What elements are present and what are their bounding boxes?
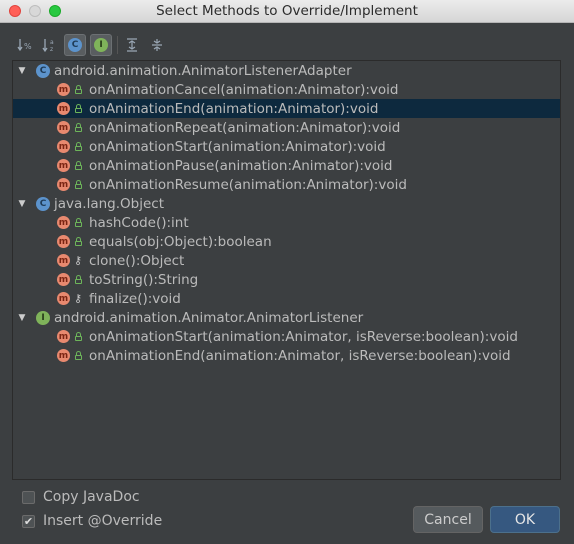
method-icon: m [57, 235, 70, 248]
method-row[interactable]: m onAnimationPause(animation:Animator):v… [13, 156, 560, 175]
svg-text:z: z [50, 46, 53, 53]
insert-override-checkbox[interactable]: ✔ [22, 514, 35, 528]
show-interfaces-toggle[interactable]: I [90, 34, 112, 56]
insert-override-option[interactable]: ✔ Insert @Override [22, 512, 162, 530]
class-icon: C [68, 38, 82, 52]
tree-group-animator-listener-adapter[interactable]: ▼ C android.animation.AnimatorListenerAd… [13, 61, 560, 80]
method-label: hashCode():int [89, 214, 189, 231]
method-label: onAnimationEnd(animation:Animator, isRev… [89, 347, 511, 364]
insert-override-label: Insert @Override [43, 513, 163, 529]
toolbar-divider [117, 36, 118, 54]
tree-group-animator-listener[interactable]: ▼ I android.animation.Animator.AnimatorL… [13, 308, 560, 327]
tree-group-label: android.animation.AnimatorListenerAdapte… [54, 62, 352, 79]
sort-by-visibility-icon[interactable]: % [14, 34, 36, 56]
method-label: onAnimationCancel(animation:Animator):vo… [89, 81, 399, 98]
expand-arrow-icon[interactable]: ▼ [17, 199, 27, 209]
show-classes-toggle[interactable]: C [64, 34, 86, 56]
public-lock-icon [74, 275, 82, 285]
interface-icon: I [94, 38, 108, 52]
expand-arrow-icon[interactable]: ▼ [17, 66, 27, 76]
tree-group-label: java.lang.Object [54, 195, 164, 212]
ok-button[interactable]: OK [490, 506, 560, 533]
method-icon: m [57, 159, 70, 172]
public-lock-icon [74, 237, 82, 247]
public-lock-icon [74, 142, 82, 152]
method-label: onAnimationEnd(animation:Animator):void [89, 100, 379, 117]
method-icon: m [57, 216, 70, 229]
method-row[interactable]: m equals(obj:Object):boolean [13, 232, 560, 251]
methods-tree[interactable]: ▼ C android.animation.AnimatorListenerAd… [12, 60, 561, 480]
expand-arrow-icon[interactable]: ▼ [17, 313, 27, 323]
method-icon: m [57, 178, 70, 191]
public-lock-icon [74, 180, 82, 190]
public-lock-icon [74, 332, 82, 342]
method-icon: m [57, 273, 70, 286]
svg-text:%: % [24, 42, 32, 51]
method-icon: m [57, 140, 70, 153]
title-bar: Select Methods to Override/Implement [0, 0, 574, 23]
public-lock-icon [74, 161, 82, 171]
copy-javadoc-checkbox[interactable] [22, 490, 35, 504]
class-icon: C [36, 196, 50, 211]
method-icon: m [57, 292, 70, 305]
method-label: onAnimationStart(animation:Animator):voi… [89, 138, 386, 155]
method-label: equals(obj:Object):boolean [89, 233, 272, 250]
public-lock-icon [74, 218, 82, 228]
method-row[interactable]: m onAnimationStart(animation:Animator):v… [13, 137, 560, 156]
method-row[interactable]: m ⚷ finalize():void [13, 289, 560, 308]
method-row[interactable]: m onAnimationResume(animation:Animator):… [13, 175, 560, 194]
abstract-class-icon: C [36, 63, 50, 78]
method-row[interactable]: m onAnimationCancel(animation:Animator):… [13, 80, 560, 99]
method-icon: m [57, 349, 70, 362]
public-lock-icon [74, 85, 82, 95]
method-label: toString():String [89, 271, 199, 288]
copy-javadoc-option[interactable]: Copy JavaDoc [22, 488, 140, 506]
protected-key-icon: ⚷ [73, 254, 83, 267]
copy-javadoc-label: Copy JavaDoc [43, 489, 140, 505]
method-row[interactable]: m toString():String [13, 270, 560, 289]
method-icon: m [57, 102, 70, 115]
method-label: onAnimationStart(animation:Animator, isR… [89, 328, 518, 345]
method-label: onAnimationRepeat(animation:Animator):vo… [89, 119, 401, 136]
method-icon: m [57, 121, 70, 134]
public-lock-icon [74, 123, 82, 133]
window-title: Select Methods to Override/Implement [156, 3, 418, 19]
method-row-selected[interactable]: m onAnimationEnd(animation:Animator):voi… [13, 99, 560, 118]
method-row[interactable]: m onAnimationRepeat(animation:Animator):… [13, 118, 560, 137]
interface-icon: I [36, 310, 50, 325]
expand-all-icon[interactable] [121, 34, 143, 56]
method-label: finalize():void [89, 290, 181, 307]
method-row[interactable]: m ⚷ clone():Object [13, 251, 560, 270]
method-icon: m [57, 254, 70, 267]
tree-group-java-lang-object[interactable]: ▼ C java.lang.Object [13, 194, 560, 213]
protected-key-icon: ⚷ [73, 292, 83, 305]
public-lock-icon [74, 104, 82, 114]
method-label: onAnimationResume(animation:Animator):vo… [89, 176, 407, 193]
cancel-button[interactable]: Cancel [413, 506, 483, 533]
method-row[interactable]: m onAnimationStart(animation:Animator, i… [13, 327, 560, 346]
method-label: onAnimationPause(animation:Animator):voi… [89, 157, 393, 174]
svg-text:a: a [50, 39, 54, 46]
tree-group-label: android.animation.Animator.AnimatorListe… [54, 309, 364, 326]
public-lock-icon [74, 351, 82, 361]
method-row[interactable]: m hashCode():int [13, 213, 560, 232]
collapse-all-icon[interactable] [146, 34, 168, 56]
sort-alphabetically-icon[interactable]: az [39, 34, 61, 56]
method-row[interactable]: m onAnimationEnd(animation:Animator, isR… [13, 346, 560, 365]
method-icon: m [57, 83, 70, 96]
method-icon: m [57, 330, 70, 343]
method-label: clone():Object [89, 252, 185, 269]
